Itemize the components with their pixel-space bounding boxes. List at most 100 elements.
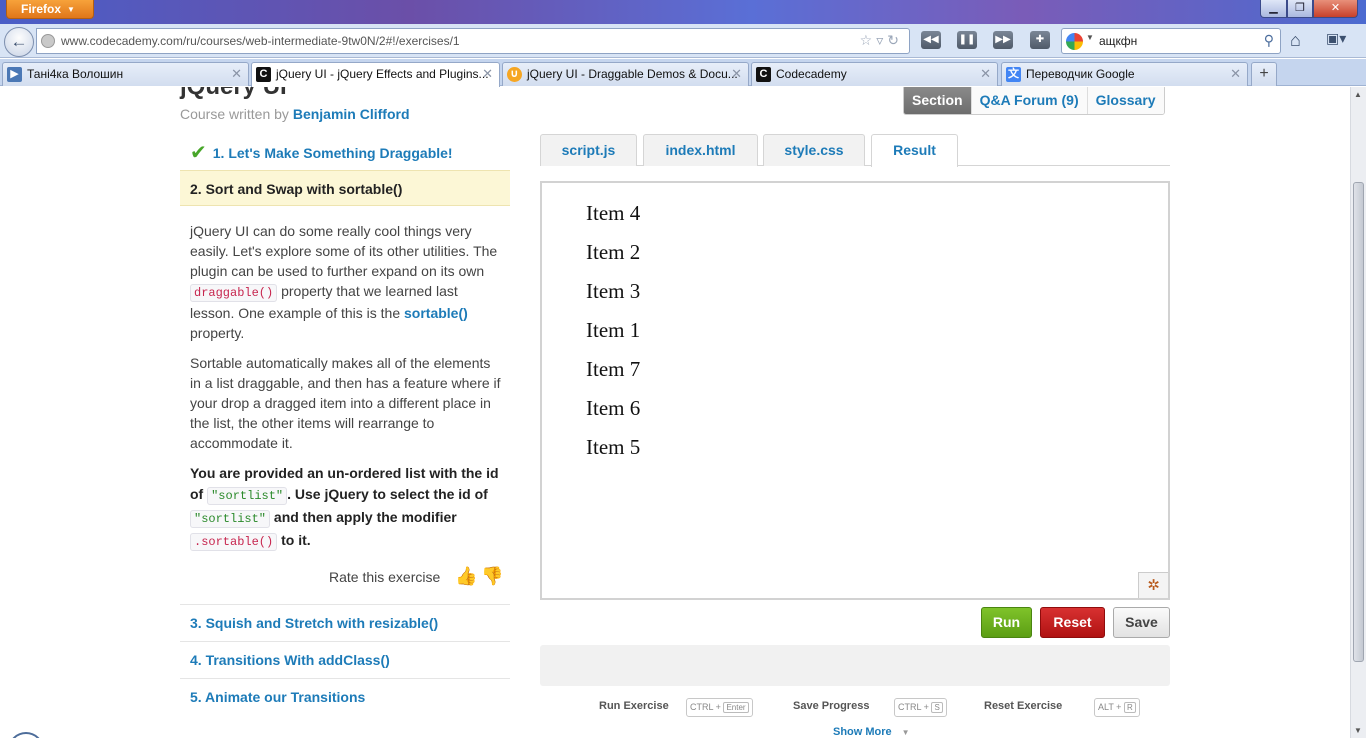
tab-glossary[interactable]: Glossary (1086, 87, 1164, 114)
console-output (540, 645, 1170, 686)
course-nav-tabs: Section Q&A Forum (9) Glossary (903, 87, 1165, 115)
tab-style-css[interactable]: style.css (763, 134, 865, 166)
chevron-down-icon[interactable]: ▼ (1086, 33, 1094, 42)
close-icon[interactable]: ✕ (731, 63, 742, 85)
address-bar[interactable]: www.codecademy.com/ru/courses/web-interm… (36, 28, 910, 54)
run-button[interactable]: Run (981, 607, 1032, 638)
editor-file-tabs: script.js index.html style.css Result (540, 134, 1170, 167)
tab-vk[interactable]: ▶ Тані4ка Волошин ✕ (2, 62, 249, 86)
course-title: jQuery UI (180, 87, 287, 101)
tab-label: Переводчик Google (1026, 67, 1135, 81)
pause-button[interactable]: ❚❚ (957, 31, 977, 49)
rating-buttons: 👍 👎 (455, 566, 504, 587)
tab-jquery-draggable[interactable]: ∪ jQuery UI - Draggable Demos & Docu... … (502, 62, 749, 86)
bookmark-star-icon[interactable]: ☆ (860, 32, 877, 48)
window-titlebar: Firefox ▼ ▁ ❐ ✕ (0, 0, 1366, 24)
reset-button[interactable]: Reset (1040, 607, 1105, 638)
tab-strip: ▶ Тані4ка Волошин ✕ C jQuery UI - jQuery… (0, 59, 1366, 87)
site-identity-icon[interactable] (41, 34, 55, 48)
instruction-paragraph: Sortable automatically makes all of the … (190, 355, 501, 451)
lesson-instructions: jQuery UI can do some really cool things… (190, 221, 505, 563)
bookmarks-menu-icon[interactable]: ▣▾ (1326, 30, 1358, 50)
lesson-item-5[interactable]: 5. Animate our Transitions (180, 678, 510, 715)
list-item[interactable]: Item 3 (586, 277, 640, 316)
list-item[interactable]: Item 7 (586, 355, 640, 394)
fast-forward-button[interactable]: ▶▶ (993, 31, 1013, 49)
help-circle-icon[interactable] (8, 732, 44, 738)
tab-google-translate[interactable]: 文 Переводчик Google ✕ (1001, 62, 1248, 86)
thumbs-down-icon[interactable]: 👎 (481, 566, 503, 586)
tab-index-html[interactable]: index.html (643, 134, 758, 166)
dropdown-icon[interactable]: ▿ (876, 32, 887, 48)
lesson-item-4[interactable]: 4. Transitions With addClass() (180, 641, 510, 678)
save-button[interactable]: Save (1113, 607, 1170, 638)
list-item[interactable]: Item 5 (586, 433, 640, 472)
tab-codecademy[interactable]: C Codecademy ✕ (751, 62, 998, 86)
close-icon[interactable]: ✕ (980, 63, 991, 85)
shortcut-run-label: Run Exercise (599, 700, 669, 712)
code-snippet: "sortlist" (190, 510, 271, 528)
search-bar[interactable]: ▼ ащкфн ⚲ (1061, 28, 1281, 54)
minimize-button[interactable]: ▁ (1260, 0, 1287, 18)
page-scrollbar[interactable]: ▲ ▼ (1350, 87, 1366, 738)
lesson-item-2-active[interactable]: 2. Sort and Swap with sortable() (180, 170, 510, 206)
navigation-toolbar: ← www.codecademy.com/ru/courses/web-inte… (0, 24, 1366, 58)
tab-label: Тані4ка Волошин (27, 67, 124, 81)
back-button[interactable]: ← (4, 27, 34, 57)
maximize-button[interactable]: ❐ (1287, 0, 1313, 18)
tab-label: jQuery UI - Draggable Demos & Docu... (527, 67, 738, 81)
close-window-button[interactable]: ✕ (1313, 0, 1358, 18)
play-icon: ▶ (7, 67, 22, 82)
lesson-item-1[interactable]: ✔ 1. Let's Make Something Draggable! (180, 135, 510, 171)
shortcut-reset-key: ALT + R (1094, 698, 1140, 717)
tab-jquery-effects[interactable]: C jQuery UI - jQuery Effects and Plugins… (251, 62, 500, 87)
scrollbar-thumb[interactable] (1353, 182, 1364, 662)
author-link[interactable]: Benjamin Clifford (293, 106, 410, 122)
lesson-label: 2. Sort and Swap with sortable() (190, 181, 403, 197)
rate-label: Rate this exercise (329, 569, 441, 585)
tab-script-js[interactable]: script.js (540, 134, 637, 166)
firefox-menu-button[interactable]: Firefox ▼ (6, 0, 94, 19)
lesson-label: 1. Let's Make Something Draggable! (212, 145, 453, 161)
tab-qa-forum[interactable]: Q&A Forum (9) (970, 87, 1087, 114)
task-paragraph: You are provided an un-ordered list with… (190, 465, 499, 551)
code-snippet: .sortable() (190, 533, 278, 551)
list-item[interactable]: Item 6 (586, 394, 640, 433)
translate-icon: 文 (1006, 67, 1021, 82)
url-text[interactable]: www.codecademy.com/ru/courses/web-interm… (61, 34, 460, 48)
result-pane: Item 4 Item 2 Item 3 Item 1 Item 7 Item … (540, 181, 1170, 600)
scroll-up-icon[interactable]: ▲ (1354, 90, 1362, 99)
rewind-button[interactable]: ◀◀ (921, 31, 941, 49)
codecademy-icon: C (756, 67, 771, 82)
jqueryui-icon: ∪ (507, 67, 522, 82)
tab-result[interactable]: Result (871, 134, 958, 167)
close-icon[interactable]: ✕ (231, 63, 242, 85)
back-arrow-icon: ← (10, 32, 28, 51)
new-tab-button[interactable]: + (1251, 62, 1277, 86)
show-more-link[interactable]: Show More ▼ (833, 726, 910, 738)
instruction-paragraph: jQuery UI can do some really cool things… (190, 223, 498, 341)
author-prefix: Course written by (180, 106, 289, 122)
google-icon[interactable] (1066, 33, 1083, 50)
scroll-down-icon[interactable]: ▼ (1354, 726, 1362, 735)
tab-section[interactable]: Section (904, 87, 971, 114)
tab-label: jQuery UI - jQuery Effects and Plugins..… (276, 67, 489, 81)
list-item[interactable]: Item 2 (586, 238, 640, 277)
course-author: Course written by Benjamin Clifford (180, 106, 410, 122)
search-icon[interactable]: ⚲ (1264, 32, 1274, 49)
close-icon[interactable]: ✕ (1230, 63, 1241, 85)
search-input[interactable]: ащкфн (1099, 34, 1137, 48)
tab-label: Codecademy (776, 67, 847, 81)
add-button[interactable]: ✚ (1030, 31, 1050, 49)
list-item[interactable]: Item 1 (586, 316, 640, 355)
sortable-link[interactable]: sortable() (404, 305, 468, 321)
lesson-item-3[interactable]: 3. Squish and Stretch with resizable() (180, 604, 510, 641)
home-icon[interactable]: ⌂ (1290, 30, 1301, 51)
reload-icon[interactable]: ↻ (887, 32, 903, 48)
chevron-down-icon: ▼ (67, 5, 75, 14)
bug-report-icon[interactable]: ✲ (1138, 572, 1168, 598)
thumbs-up-icon[interactable]: 👍 (455, 566, 477, 586)
close-icon[interactable]: ✕ (482, 63, 493, 85)
checkmark-icon: ✔ (190, 142, 207, 164)
list-item[interactable]: Item 4 (586, 199, 640, 238)
